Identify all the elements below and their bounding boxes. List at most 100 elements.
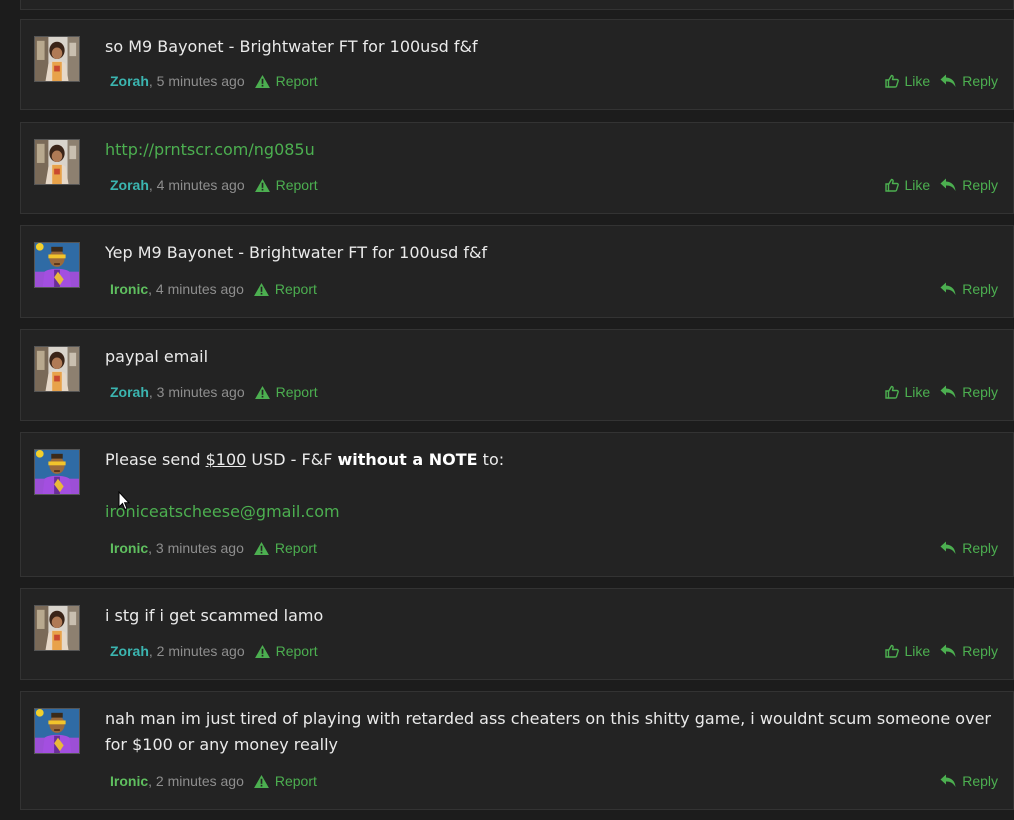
warning-triangle-icon [255,75,270,88]
comment-post: i stg if i get scammed lamo Zorah, 2 min… [20,588,1014,680]
author-link[interactable]: Zorah [110,384,149,400]
avatar-ironic[interactable] [34,708,80,754]
like-label: Like [904,643,931,659]
comment-text: paypal email [105,347,209,366]
like-button[interactable]: Like [885,177,931,193]
comment-meta: Zorah, 4 minutes ago Report [110,177,318,193]
like-button[interactable]: Like [885,73,931,89]
like-label: Like [904,177,931,193]
reply-label: Reply [962,643,998,659]
reply-button[interactable]: Reply [940,73,998,89]
author-link[interactable]: Ironic [110,773,148,789]
timestamp: , 3 minutes ago [148,540,244,556]
warning-triangle-icon [254,542,269,555]
avatar-ironic[interactable] [34,449,80,495]
previous-post-edge [20,0,1014,10]
reply-button[interactable]: Reply [940,384,998,400]
reply-arrow-icon [940,385,956,399]
thumbs-up-icon [885,385,899,399]
comment-actions: Like Reply [875,73,998,89]
avatar-zorah[interactable] [34,605,80,651]
timestamp: , 4 minutes ago [148,281,244,297]
reply-button[interactable]: Reply [940,540,998,556]
reply-label: Reply [962,177,998,193]
comment-actions: Reply [930,773,998,789]
avatar-zorah[interactable] [34,139,80,185]
reply-arrow-icon [940,282,956,296]
reply-button[interactable]: Reply [940,773,998,789]
avatar-zorah[interactable] [34,36,80,82]
report-button[interactable]: Report [255,643,318,659]
author-link[interactable]: Zorah [110,643,149,659]
reply-arrow-icon [940,541,956,555]
comment-text: Yep M9 Bayonet - Brightwater FT for 100u… [105,243,488,262]
timestamp: , 2 minutes ago [148,643,245,659]
mouse-cursor-icon [118,491,130,511]
reply-label: Reply [962,384,998,400]
report-label: Report [274,540,317,556]
thumbs-up-icon [885,644,899,658]
reply-button[interactable]: Reply [940,281,998,297]
author-link[interactable]: Zorah [110,177,149,193]
report-label: Report [275,177,318,193]
reply-arrow-icon [940,178,956,192]
report-button[interactable]: Report [254,773,317,789]
report-button[interactable]: Report [255,73,318,89]
warning-triangle-icon [255,386,270,399]
like-button[interactable]: Like [885,384,931,400]
comment-meta: Zorah, 3 minutes ago Report [110,384,318,400]
warning-triangle-icon [255,179,270,192]
timestamp: , 5 minutes ago [148,73,245,89]
comment-post: Yep M9 Bayonet - Brightwater FT for 100u… [20,225,1014,318]
comment-text: Please send $100 USD - F&F without a NOT… [105,447,993,473]
text-segment: Please send [105,450,206,469]
report-label: Report [274,773,317,789]
report-button[interactable]: Report [255,384,318,400]
report-button[interactable]: Report [254,540,317,556]
thumbs-up-icon [885,178,899,192]
author-link[interactable]: Ironic [110,281,148,297]
comment-post: so M9 Bayonet - Brightwater FT for 100us… [20,19,1014,110]
reply-arrow-icon [940,644,956,658]
comment-meta: Zorah, 2 minutes ago Report [110,643,318,659]
comment-text: nah man im just tired of playing with re… [105,709,991,754]
comment-actions: Reply [930,540,998,556]
avatar-ironic[interactable] [34,242,80,288]
report-button[interactable]: Report [254,281,317,297]
comment-actions: Like Reply [875,177,998,193]
timestamp: , 4 minutes ago [148,177,245,193]
report-label: Report [275,643,318,659]
comment-post: nah man im just tired of playing with re… [20,691,1014,810]
like-button[interactable]: Like [885,643,931,659]
author-link[interactable]: Zorah [110,73,149,89]
reply-label: Reply [962,773,998,789]
email-link[interactable]: ironiceatscheese@gmail.com [105,502,340,521]
reply-label: Reply [962,540,998,556]
report-label: Report [275,384,318,400]
comment-text: i stg if i get scammed lamo [105,606,324,625]
comment-meta: Zorah, 5 minutes ago Report [110,73,318,89]
report-label: Report [274,281,317,297]
comment-meta: Ironic, 2 minutes ago Report [110,773,317,789]
warning-triangle-icon [254,283,269,296]
reply-button[interactable]: Reply [940,177,998,193]
author-link[interactable]: Ironic [110,540,148,556]
comment-meta: Ironic, 3 minutes ago Report [110,540,317,556]
reply-button[interactable]: Reply [940,643,998,659]
comment-meta: Ironic, 4 minutes ago Report [110,281,317,297]
avatar-zorah[interactable] [34,346,80,392]
comment-link[interactable]: http://prntscr.com/ng085u [105,140,315,159]
like-label: Like [904,73,931,89]
reply-label: Reply [962,73,998,89]
amount: $100 [205,450,247,469]
warning-triangle-icon [255,645,270,658]
text-segment: to: [477,450,505,469]
comment-actions: Reply [930,281,998,297]
bold-note: without a NOTE [337,450,478,469]
comment-post: Please send $100 USD - F&F without a NOT… [20,432,1014,577]
comment-post: paypal email Zorah, 3 minutes ago Report… [20,329,1014,421]
comment-text: so M9 Bayonet - Brightwater FT for 100us… [105,37,478,56]
reply-label: Reply [962,281,998,297]
like-label: Like [904,384,931,400]
report-button[interactable]: Report [255,177,318,193]
